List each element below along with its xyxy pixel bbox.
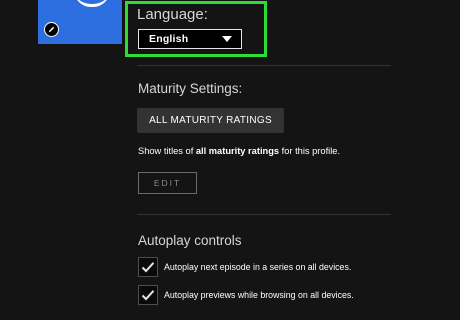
- autoplay-next-episode-label: Autoplay next episode in a series on all…: [164, 262, 352, 272]
- language-selected-value: English: [149, 33, 189, 45]
- maturity-desc-start: Show titles of: [138, 146, 196, 156]
- autoplay-next-episode-checkbox[interactable]: [138, 257, 158, 277]
- maturity-desc-end: for this profile.: [279, 146, 341, 156]
- checkmark-icon: [141, 290, 155, 301]
- autoplay-controls-heading: Autoplay controls: [138, 233, 242, 248]
- pencil-icon[interactable]: [44, 22, 59, 37]
- autoplay-next-episode-option[interactable]: Autoplay next episode in a series on all…: [138, 257, 351, 277]
- maturity-description: Show titles of all maturity ratings for …: [138, 146, 340, 156]
- autoplay-previews-label: Autoplay previews while browsing on all …: [164, 290, 354, 300]
- autoplay-previews-option[interactable]: Autoplay previews while browsing on all …: [138, 285, 354, 305]
- smile-avatar-icon: [74, 0, 110, 7]
- edit-maturity-button[interactable]: EDIT: [138, 172, 197, 194]
- section-divider: [137, 65, 391, 66]
- caret-down-icon: [222, 36, 232, 42]
- autoplay-previews-checkbox[interactable]: [138, 285, 158, 305]
- maturity-settings-heading: Maturity Settings:: [138, 81, 243, 96]
- all-maturity-ratings-button[interactable]: ALL MATURITY RATINGS: [137, 108, 284, 133]
- profile-avatar[interactable]: [38, 0, 122, 44]
- maturity-desc-bold: all maturity ratings: [195, 146, 280, 156]
- section-divider: [137, 214, 391, 215]
- checkmark-icon: [141, 262, 155, 273]
- profile-settings-page: Language: English Maturity Settings: ALL…: [0, 0, 460, 320]
- language-dropdown[interactable]: English: [138, 29, 242, 49]
- language-label: Language:: [137, 6, 208, 23]
